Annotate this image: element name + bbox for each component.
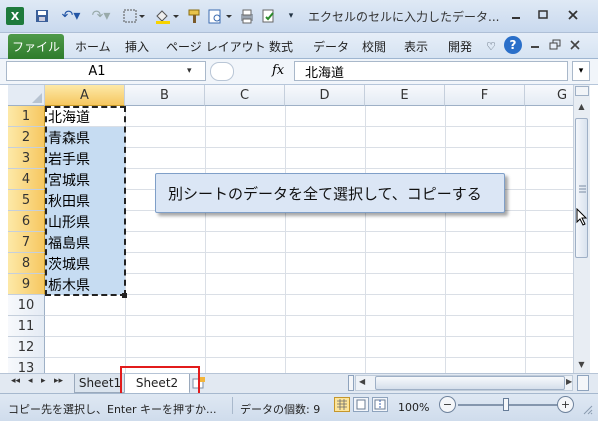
row-header-9[interactable]: 9 <box>8 274 45 295</box>
borders-icon[interactable] <box>121 7 147 25</box>
horizontal-scroll-thumb[interactable] <box>375 376 565 390</box>
select-all-corner[interactable] <box>8 85 45 106</box>
workbook-restore-icon[interactable] <box>546 36 564 54</box>
redo-icon[interactable]: ↷▾ <box>88 7 114 25</box>
help-icon[interactable]: ? <box>504 36 522 54</box>
tab-home[interactable]: ホーム <box>75 38 111 55</box>
spelling-icon[interactable] <box>260 7 278 25</box>
maximize-icon[interactable] <box>530 6 556 24</box>
insert-function-icon[interactable]: fx <box>272 63 284 78</box>
formula-input[interactable]: 北海道 <box>294 61 568 81</box>
zoom-slider-thumb[interactable] <box>503 398 509 411</box>
tab-insert[interactable]: 挿入 <box>125 38 149 55</box>
row-header-12[interactable]: 12 <box>8 337 45 358</box>
close-icon[interactable] <box>560 6 586 24</box>
next-sheet-icon[interactable]: ▸ <box>41 376 46 386</box>
column-header-g[interactable]: G <box>525 85 573 106</box>
first-sheet-icon[interactable]: ◂◂ <box>11 376 20 386</box>
row-header-11[interactable]: 11 <box>8 316 45 337</box>
row-header-8[interactable]: 8 <box>8 253 45 274</box>
copy-marquee <box>45 106 126 296</box>
zoom-level[interactable]: 100% <box>398 401 429 414</box>
scroll-right-icon[interactable]: ▶ <box>566 377 572 386</box>
mouse-cursor-icon <box>576 207 588 229</box>
status-count: データの個数: 9 <box>240 403 321 416</box>
save-icon[interactable] <box>34 7 50 25</box>
expand-formula-bar-icon[interactable]: ▾ <box>572 61 590 81</box>
zoom-out-icon[interactable]: − <box>439 396 456 413</box>
status-divider <box>232 397 233 414</box>
scroll-down-icon[interactable]: ▼ <box>574 356 589 372</box>
row-header-7[interactable]: 7 <box>8 232 45 253</box>
vertical-scroll-thumb[interactable] <box>575 118 588 258</box>
file-tab[interactable]: ファイル <box>8 34 64 59</box>
formula-splitter[interactable] <box>210 62 234 81</box>
row-header-6[interactable]: 6 <box>8 211 45 232</box>
annotation-callout: 別シートのデータを全て選択して、コピーする <box>155 173 505 213</box>
chevron-down-icon[interactable]: ▾ <box>187 66 192 76</box>
row-header-4[interactable]: 4 <box>8 169 45 190</box>
zoom-in-icon[interactable]: + <box>557 396 574 413</box>
workbook-minimize-icon[interactable] <box>526 36 544 54</box>
page-break-view-icon[interactable] <box>372 397 388 412</box>
annotation-callout-text: 別シートのデータを全て選択して、コピーする <box>168 184 482 203</box>
gridline <box>45 315 573 316</box>
fill-color-icon[interactable] <box>153 7 181 25</box>
tab-review[interactable]: 校閲 <box>362 38 386 55</box>
column-header-c[interactable]: C <box>205 85 285 106</box>
gridline <box>45 357 573 358</box>
page-layout-view-icon[interactable] <box>353 397 369 412</box>
hsplit-box[interactable] <box>577 375 589 391</box>
scroll-up-icon[interactable]: ▲ <box>574 98 589 114</box>
excel-logo-icon: X <box>6 7 24 25</box>
column-header-a[interactable]: A <box>45 85 125 106</box>
row-header-10[interactable]: 10 <box>8 295 45 316</box>
row-header-3[interactable]: 3 <box>8 148 45 169</box>
format-painter-icon[interactable] <box>186 7 204 25</box>
column-header-b[interactable]: B <box>125 85 205 106</box>
row-header-1[interactable]: 1 <box>8 106 45 127</box>
name-box[interactable]: A1 ▾ <box>6 61 206 81</box>
tab-view[interactable]: 表示 <box>404 38 428 55</box>
name-box-value: A1 <box>88 63 106 79</box>
workbook-close-icon[interactable] <box>566 36 584 54</box>
tab-formulas[interactable]: 数式 <box>269 38 293 55</box>
column-header-e[interactable]: E <box>365 85 445 106</box>
undo-icon[interactable]: ↶▾ <box>58 7 84 25</box>
row-header-5[interactable]: 5 <box>8 190 45 211</box>
fill-handle[interactable] <box>122 293 127 298</box>
row-header-2[interactable]: 2 <box>8 127 45 148</box>
ribbon-collapse-icon[interactable]: ♡ <box>484 37 498 55</box>
split-box[interactable] <box>575 86 589 96</box>
prev-sheet-icon[interactable]: ◂ <box>28 376 33 386</box>
print-preview-icon[interactable] <box>206 7 234 25</box>
minimize-icon[interactable] <box>503 6 529 24</box>
resize-grip-icon[interactable] <box>582 404 594 419</box>
formula-text: 北海道 <box>305 65 345 81</box>
column-header-f[interactable]: F <box>445 85 525 106</box>
column-header-d[interactable]: D <box>285 85 365 106</box>
tab-developer[interactable]: 開発 <box>448 38 472 55</box>
window-title: エクセルのセルに入力したデータ... <box>308 10 500 24</box>
scroll-left-icon[interactable]: ◀ <box>359 377 365 386</box>
last-sheet-icon[interactable]: ▸▸ <box>54 376 63 386</box>
row-header-13[interactable]: 13 <box>8 358 45 373</box>
customize-toolbar-icon[interactable]: ▾ <box>286 7 296 25</box>
status-message: コピー先を選択し、Enter キーを押すか... <box>8 403 217 416</box>
normal-view-icon[interactable] <box>334 397 350 412</box>
tab-split-handle[interactable] <box>348 375 354 391</box>
tab-sheet1[interactable]: Sheet1 <box>74 374 126 393</box>
tab-page-layout[interactable]: ページ レイアウト <box>166 38 266 55</box>
printer-icon[interactable] <box>238 7 256 25</box>
gridline <box>45 336 573 337</box>
tab-data[interactable]: データ <box>313 38 349 55</box>
